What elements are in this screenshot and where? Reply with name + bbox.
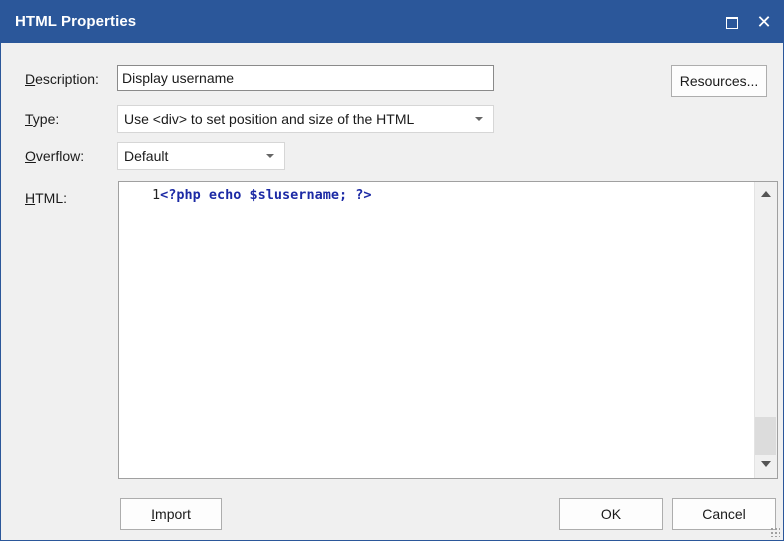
html-properties-dialog: HTML Properties ✕ Description: Display u… xyxy=(0,0,784,541)
code-text: <?php echo $slusername; ?> xyxy=(160,187,372,203)
arrow-down-icon xyxy=(761,461,771,467)
ok-button[interactable]: OK xyxy=(559,498,663,530)
title-bar[interactable]: HTML Properties ✕ xyxy=(1,1,783,43)
maximize-icon xyxy=(726,17,738,29)
resize-grip-icon[interactable] xyxy=(770,527,780,537)
type-label: Type: xyxy=(25,111,60,127)
resources-button-label: Resources... xyxy=(679,73,759,89)
overflow-label: Overflow: xyxy=(25,148,85,164)
import-button-label: Import xyxy=(151,506,191,522)
chevron-down-icon xyxy=(475,117,483,121)
html-code-editor[interactable]: 1<?php echo $slusername; ?> xyxy=(118,181,778,479)
cancel-button[interactable]: Cancel xyxy=(672,498,776,530)
ok-button-label: OK xyxy=(600,506,622,522)
chevron-down-icon xyxy=(266,154,274,158)
scroll-up-button[interactable] xyxy=(757,185,775,205)
resources-button[interactable]: Resources... xyxy=(671,65,767,97)
description-label: Description: xyxy=(25,71,99,87)
line-number: 1 xyxy=(152,187,161,203)
arrow-up-icon xyxy=(761,191,771,197)
import-button[interactable]: Import xyxy=(120,498,222,530)
type-dropdown[interactable]: Use <div> to set position and size of th… xyxy=(117,105,494,133)
vertical-scrollbar[interactable] xyxy=(754,182,777,478)
overflow-dropdown-value: Default xyxy=(124,148,169,164)
description-input[interactable]: Display username xyxy=(117,65,494,91)
maximize-button[interactable] xyxy=(719,10,745,34)
description-value: Display username xyxy=(122,70,235,86)
overflow-dropdown[interactable]: Default xyxy=(117,142,285,170)
window-title: HTML Properties xyxy=(15,13,137,30)
scroll-down-button[interactable] xyxy=(757,454,775,474)
close-button[interactable]: ✕ xyxy=(751,10,777,34)
code-line: 1<?php echo $slusername; ?> xyxy=(152,187,371,203)
type-dropdown-value: Use <div> to set position and size of th… xyxy=(124,111,415,127)
scrollbar-thumb[interactable] xyxy=(755,417,776,455)
html-label: HTML: xyxy=(25,190,68,206)
close-icon: ✕ xyxy=(756,12,772,32)
cancel-button-label: Cancel xyxy=(702,506,746,522)
